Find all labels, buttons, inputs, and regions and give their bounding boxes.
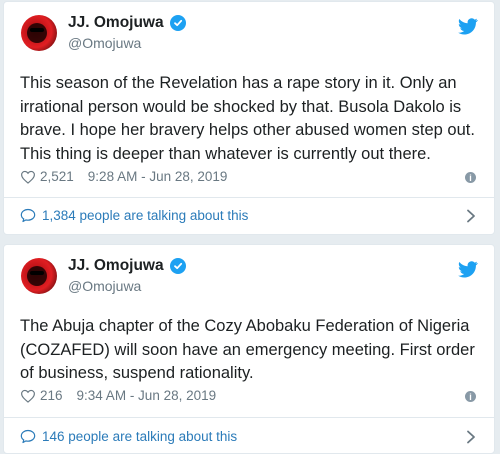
twitter-bird-icon[interactable] <box>458 261 478 278</box>
avatar-glasses <box>30 28 44 32</box>
avatar-glasses <box>30 271 44 275</box>
talking-about-link[interactable]: 1,384 people are talking about this <box>20 208 248 223</box>
author-name[interactable]: JJ. Omojuwa <box>68 257 164 275</box>
like-count[interactable]: 2,521 <box>40 169 74 184</box>
info-icon[interactable]: i <box>465 391 476 402</box>
author-handle[interactable]: @Omojuwa <box>68 278 141 294</box>
talking-about-text: 1,384 people are talking about this <box>42 208 249 223</box>
author-row: JJ. Omojuwa <box>68 257 186 275</box>
talking-about-link[interactable]: 146 people are talking about this <box>20 429 237 444</box>
talking-about-text: 146 people are talking about this <box>42 429 238 444</box>
avatar-face <box>27 23 47 43</box>
author-handle[interactable]: @Omojuwa <box>68 35 141 51</box>
timestamp[interactable]: 9:28 AM - Jun 28, 2019 <box>88 169 228 184</box>
chevron-right-icon[interactable] <box>466 430 476 444</box>
avatar[interactable] <box>21 258 57 294</box>
info-icon[interactable]: i <box>465 172 476 183</box>
timestamp[interactable]: 9:34 AM - Jun 28, 2019 <box>77 388 217 403</box>
tweet-card[interactable]: JJ. Omojuwa @Omojuwa This season of the … <box>3 1 495 235</box>
tweet-card[interactable]: JJ. Omojuwa @Omojuwa The Abuja chapter o… <box>3 244 495 454</box>
verified-badge-icon <box>169 258 186 274</box>
speech-bubble-icon <box>20 429 36 444</box>
tweet-text: The Abuja chapter of the Cozy Abobaku Fe… <box>20 317 480 382</box>
avatar-face <box>27 266 47 286</box>
like-count[interactable]: 216 <box>40 388 63 403</box>
divider <box>4 197 494 198</box>
author-name[interactable]: JJ. Omojuwa <box>68 14 164 32</box>
verified-badge-icon <box>169 15 186 31</box>
divider <box>4 417 494 418</box>
author-row: JJ. Omojuwa <box>68 14 186 32</box>
chevron-right-icon[interactable] <box>466 209 476 223</box>
heart-icon[interactable] <box>20 389 36 403</box>
tweet-meta: 216 9:34 AM - Jun 28, 2019 <box>20 388 216 403</box>
avatar[interactable] <box>21 15 57 51</box>
tweet-meta: 2,521 9:28 AM - Jun 28, 2019 <box>20 169 227 184</box>
speech-bubble-icon <box>20 208 36 223</box>
tweet-text: This season of the Revelation has a rape… <box>20 74 480 163</box>
twitter-bird-icon[interactable] <box>458 18 478 35</box>
heart-icon[interactable] <box>20 170 36 184</box>
